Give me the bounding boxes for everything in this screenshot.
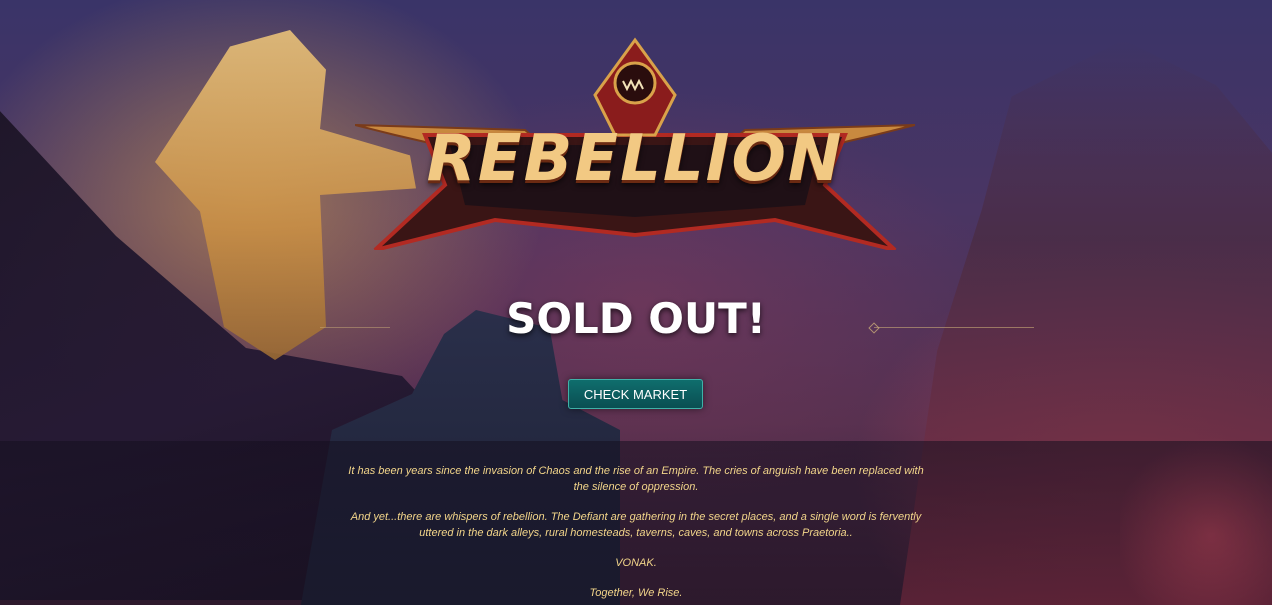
logo-wordmark: REBELLION [426,122,844,196]
sold-out-heading: SOLD OUT! [506,294,766,343]
rebellion-logo: REBELLION [355,35,915,250]
story-paragraph: Together, We Rise. [589,587,683,599]
story-paragraph: It has been years since the invasion of … [348,465,924,493]
story-paragraph: VONAK. [615,557,657,569]
story-paragraph: And yet...there are whispers of rebellio… [350,511,922,539]
check-market-button[interactable]: CHECK MARKET [568,379,703,409]
story-text: It has been years since the invasion of … [340,463,932,605]
hero-background: REBELLION SOLD OUT! CHECK MARKET It has … [0,0,1272,605]
story-panel: It has been years since the invasion of … [0,441,1272,605]
